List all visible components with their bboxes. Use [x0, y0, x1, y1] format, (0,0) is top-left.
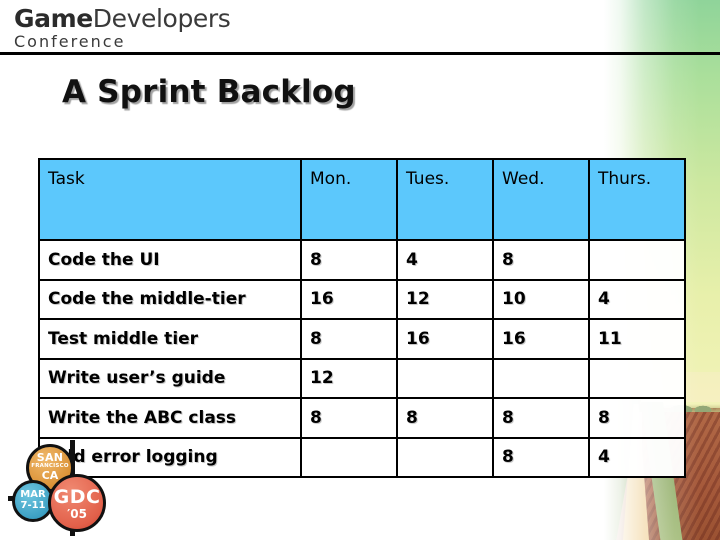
gdc-wordmark-logo: GameDevelopers Conference [14, 4, 231, 51]
table-row: Test middle tier 8 16 16 11 [38, 318, 686, 360]
cell-task: Write the ABC class [38, 397, 302, 439]
cell-task: Code the middle-tier [38, 278, 302, 320]
wordmark-game-text: Game [14, 4, 93, 33]
cell-thurs: 11 [588, 318, 686, 360]
cell-tues [396, 436, 494, 478]
cell-thurs: 4 [588, 278, 686, 320]
cell-wed: 8 [492, 239, 590, 281]
badge-gdc-circle: GDC ′05 [48, 474, 106, 532]
badge-year-text: ′05 [67, 507, 87, 521]
badge-days-text: 7-11 [20, 500, 46, 511]
cell-thurs [588, 357, 686, 399]
header-divider-rule [0, 52, 720, 55]
cell-mon: 8 [300, 239, 398, 281]
cell-wed [492, 357, 590, 399]
table-row: Code the middle-tier 16 12 10 4 [38, 278, 686, 320]
badge-month-text: MAR [20, 489, 46, 500]
cell-tues: 8 [396, 397, 494, 439]
wordmark-conference-text: Conference [14, 32, 126, 51]
sprint-backlog-table: Task Mon. Tues. Wed. Thurs. Code the UI … [38, 158, 686, 478]
cell-task: Write user’s guide [38, 357, 302, 399]
table-row: Write the ABC class 8 8 8 8 [38, 397, 686, 439]
table-row: Code the UI 8 4 8 [38, 239, 686, 281]
cell-thurs [588, 239, 686, 281]
cell-thurs: 8 [588, 397, 686, 439]
gdc-event-badge: SAN FRANCISCO CA MAR 7-11 GDC ′05 [8, 440, 120, 536]
cell-tues: 12 [396, 278, 494, 320]
cell-mon [300, 436, 398, 478]
cell-mon: 16 [300, 278, 398, 320]
wordmark-developers-text: Developers [92, 4, 231, 33]
cell-wed: 16 [492, 318, 590, 360]
column-header-wed: Wed. [492, 158, 590, 241]
cell-wed: 10 [492, 278, 590, 320]
badge-gdc-text: GDC [53, 486, 101, 508]
cell-wed: 8 [492, 436, 590, 478]
column-header-mon: Mon. [300, 158, 398, 241]
cell-mon: 12 [300, 357, 398, 399]
table-header: Task Mon. Tues. Wed. Thurs. [38, 158, 686, 241]
cell-mon: 8 [300, 318, 398, 360]
cell-task: Code the UI [38, 239, 302, 281]
cell-tues: 16 [396, 318, 494, 360]
badge-san-text: SAN [36, 451, 64, 464]
table-body: Code the UI 8 4 8 Code the middle-tier 1… [38, 239, 686, 478]
column-header-thurs: Thurs. [588, 158, 686, 241]
cell-mon: 8 [300, 397, 398, 439]
cell-tues: 4 [396, 239, 494, 281]
cell-thurs: 4 [588, 436, 686, 478]
slide-canvas: GameDevelopers Conference A Sprint Backl… [0, 0, 720, 540]
slide-title: A Sprint Backlog [62, 74, 356, 110]
cell-tues [396, 357, 494, 399]
cell-wed: 8 [492, 397, 590, 439]
wordmark-line-1: GameDevelopers [14, 4, 231, 33]
table-row: Add error logging 8 4 [38, 436, 686, 478]
cell-task: Test middle tier [38, 318, 302, 360]
column-header-tues: Tues. [396, 158, 494, 241]
table-row: Write user’s guide 12 [38, 357, 686, 399]
table-header-row: Task Mon. Tues. Wed. Thurs. [38, 158, 686, 241]
column-header-task: Task [38, 158, 302, 241]
